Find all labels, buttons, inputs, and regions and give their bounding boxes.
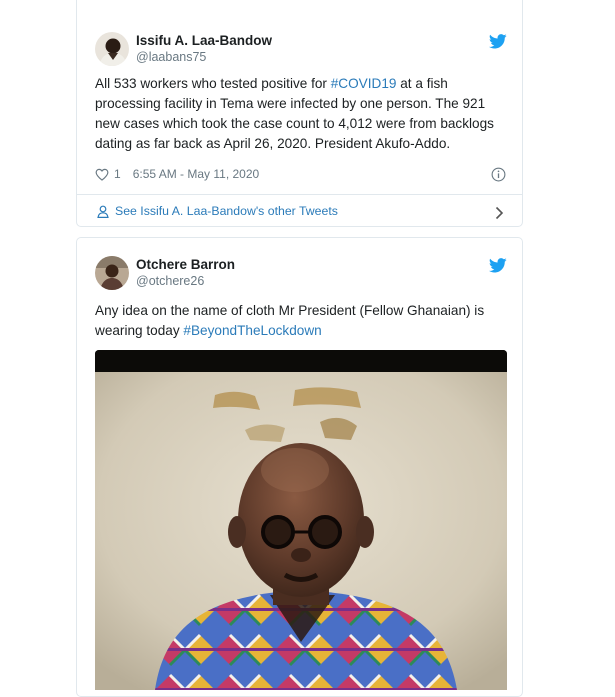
divider	[77, 194, 522, 195]
info-icon[interactable]	[491, 167, 506, 182]
tweet-card: Issifu A. Laa-Bandow @laabans75 All 533 …	[76, 0, 523, 227]
tweet-text: Any idea on the name of cloth Mr Preside…	[95, 303, 485, 338]
other-tweets-link[interactable]: See Issifu A. Laa-Bandow's other Tweets	[97, 204, 338, 218]
tweet-meta: 1 6:55 AM - May 11, 2020	[95, 167, 259, 181]
tweet-card: Otchere Barron @otchere26 Any idea on th…	[76, 237, 523, 697]
other-tweets-label[interactable]: See Issifu A. Laa-Bandow's other Tweets	[115, 204, 338, 218]
hashtag-link[interactable]: #BeyondTheLockdown	[183, 323, 321, 338]
tweet-photo[interactable]	[95, 350, 507, 690]
heart-icon[interactable]	[95, 168, 109, 181]
hashtag-link[interactable]: #COVID19	[331, 76, 397, 91]
avatar[interactable]	[95, 32, 129, 66]
like-count[interactable]: 1	[114, 167, 121, 181]
twitter-bird-icon[interactable]	[489, 34, 507, 49]
chevron-right-icon[interactable]	[495, 206, 504, 220]
timestamp[interactable]: 6:55 AM - May 11, 2020	[133, 167, 260, 181]
tweet-text: All 533 workers who tested positive for …	[95, 76, 494, 151]
author-name[interactable]: Issifu A. Laa-Bandow	[136, 33, 272, 48]
author-name[interactable]: Otchere Barron	[136, 257, 235, 272]
twitter-bird-icon[interactable]	[489, 258, 507, 273]
author-handle[interactable]: @otchere26	[136, 274, 204, 288]
avatar[interactable]	[95, 256, 129, 290]
author-handle[interactable]: @laabans75	[136, 50, 206, 64]
person-icon	[97, 205, 109, 218]
